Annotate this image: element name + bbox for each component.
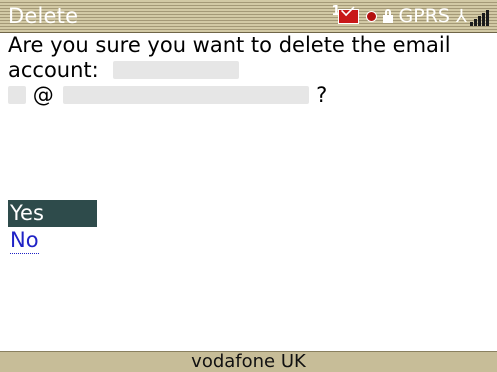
confirmation-options: Yes No — [8, 200, 97, 254]
message-icon: 1 — [332, 5, 360, 26]
yes-option[interactable]: Yes — [8, 200, 97, 227]
email-at-symbol: @ — [32, 83, 54, 107]
prompt-line-2: account: — [8, 58, 488, 83]
carrier-bar: vodafone UK — [0, 351, 497, 372]
no-option[interactable]: No — [8, 227, 97, 254]
no-option-label: No — [10, 228, 39, 254]
prompt-question: Are you sure you want to delete the emai… — [8, 33, 451, 57]
delete-confirmation-prompt: Are you sure you want to delete the emai… — [8, 33, 488, 108]
redacted-email-user — [8, 86, 26, 104]
status-indicators: 1 GPRS ⅄ — [332, 4, 489, 28]
prompt-line-1: Are you sure you want to delete the emai… — [8, 33, 488, 58]
carrier-name: vodafone UK — [191, 351, 306, 372]
screen-title: Delete — [8, 4, 79, 28]
lock-icon — [382, 9, 393, 23]
prompt-line-3: @ ? — [8, 83, 488, 108]
network-type: GPRS — [398, 5, 450, 27]
red-dot-icon — [365, 10, 377, 22]
redacted-account-name — [113, 61, 240, 79]
prompt-question-mark: ? — [316, 83, 328, 107]
signal-icon: ⅄ — [456, 6, 489, 26]
account-label: account: — [8, 58, 99, 82]
redacted-email-domain — [63, 86, 310, 104]
title-bar: Delete 1 GPRS ⅄ — [0, 0, 497, 33]
